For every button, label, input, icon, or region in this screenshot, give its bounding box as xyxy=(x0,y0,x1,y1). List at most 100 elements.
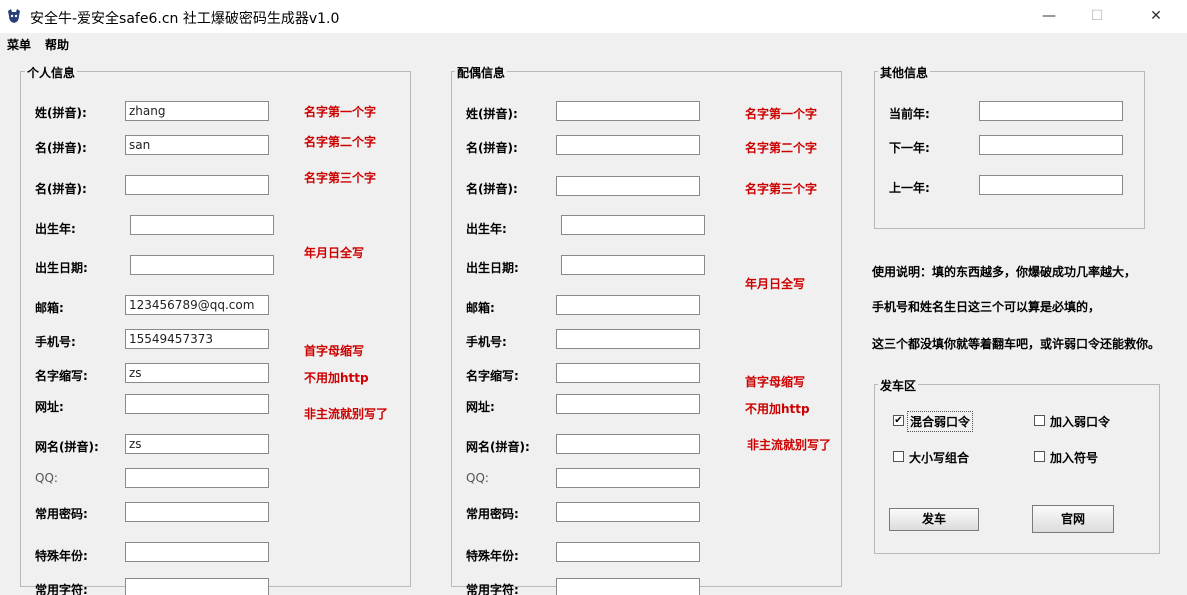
instruction-line-2: 手机号和姓名生日这三个可以算是必填的， xyxy=(872,300,1101,314)
official-site-button[interactable]: 官网 xyxy=(1032,505,1114,533)
spouse-given1-input[interactable] xyxy=(556,135,700,155)
personal-abbr-input[interactable] xyxy=(125,363,269,383)
spouse-surname-input[interactable] xyxy=(556,101,700,121)
current-year-label: 当前年: xyxy=(889,107,930,121)
spouse-email-input[interactable] xyxy=(556,295,700,315)
add-symbol-checkbox[interactable] xyxy=(1034,451,1045,462)
next-year-label: 下一年: xyxy=(889,141,930,155)
personal-phone-input[interactable] xyxy=(125,329,269,349)
case-combo-checkbox[interactable] xyxy=(893,451,904,462)
spouse-birth-date-input[interactable] xyxy=(561,255,705,275)
spouse-info-title: 配偶信息 xyxy=(455,64,508,81)
spouse-common-pwd-input[interactable] xyxy=(556,502,700,522)
current-year-input[interactable] xyxy=(979,101,1123,121)
spouse-special-year-input[interactable] xyxy=(556,542,700,562)
personal-email-input[interactable] xyxy=(125,295,269,315)
personal-birth-year-input[interactable] xyxy=(130,215,274,235)
personal-nickname-input[interactable] xyxy=(125,434,269,454)
last-year-label: 上一年: xyxy=(889,181,930,195)
spouse-clipped-row: 常用字符: xyxy=(461,575,706,595)
mix-weak-label[interactable]: 混合弱口令 xyxy=(907,411,974,432)
add-symbol-label[interactable]: 加入符号 xyxy=(1050,449,1098,466)
personal-abbr-label: 名字缩写: xyxy=(35,369,88,383)
personal-qq-input[interactable] xyxy=(125,468,269,488)
spouse-given2-input[interactable] xyxy=(556,176,700,196)
personal-given1-input[interactable] xyxy=(125,135,269,155)
personal-email-label: 邮箱: xyxy=(35,301,64,315)
spouse-hint-non-main: 非主流就别写了 xyxy=(747,438,832,452)
menu-item-help[interactable]: 帮助 xyxy=(45,36,69,53)
spouse-website-input[interactable] xyxy=(556,394,700,414)
spouse-qq-input[interactable] xyxy=(556,468,700,488)
close-button[interactable]: ✕ xyxy=(1133,0,1179,32)
last-year-input[interactable] xyxy=(979,175,1123,195)
next-year-input[interactable] xyxy=(979,135,1123,155)
spouse-common-pwd-label: 常用密码: xyxy=(466,507,519,521)
spouse-special-year-label: 特殊年份: xyxy=(466,549,519,563)
personal-birth-date-label: 出生日期: xyxy=(35,261,88,275)
personal-given1-label: 名(拼音): xyxy=(35,141,87,155)
spouse-hint-third-char: 名字第三个字 xyxy=(745,182,818,196)
spouse-hint-full-date: 年月日全写 xyxy=(745,277,806,291)
personal-common-pwd-label: 常用密码: xyxy=(35,507,88,521)
personal-given2-input[interactable] xyxy=(125,175,269,195)
window-title: 安全牛-爱安全safe6.cn 社工爆破密码生成器v1.0 xyxy=(30,11,340,27)
personal-special-year-input[interactable] xyxy=(125,542,269,562)
spouse-abbr-input[interactable] xyxy=(556,363,700,383)
app-icon xyxy=(8,9,20,23)
add-weak-checkbox[interactable] xyxy=(1034,415,1045,426)
launch-title: 发车区 xyxy=(878,377,919,394)
personal-nickname-label: 网名(拼音): xyxy=(35,440,99,454)
spouse-hint-no-http: 不用加http xyxy=(745,402,810,416)
personal-phone-label: 手机号: xyxy=(35,335,76,349)
personal-website-label: 网址: xyxy=(35,400,64,414)
spouse-surname-label: 姓(拼音): xyxy=(466,107,518,121)
spouse-given1-label: 名(拼音): xyxy=(466,141,518,155)
spouse-common-word-label: 常用字符: xyxy=(466,583,519,595)
spouse-birth-year-label: 出生年: xyxy=(466,222,507,236)
spouse-hint-second-char: 名字第二个字 xyxy=(745,141,818,155)
personal-qq-label: QQ: xyxy=(35,471,58,485)
case-combo-label[interactable]: 大小写组合 xyxy=(909,449,969,466)
add-weak-label[interactable]: 加入弱口令 xyxy=(1050,413,1110,430)
spouse-phone-input[interactable] xyxy=(556,329,700,349)
personal-website-input[interactable] xyxy=(125,394,269,414)
personal-given2-label: 名(拼音): xyxy=(35,182,87,196)
go-button[interactable]: 发车 xyxy=(889,508,979,531)
personal-hint-third-char: 名字第三个字 xyxy=(304,171,377,185)
personal-hint-full-date: 年月日全写 xyxy=(304,246,365,260)
personal-common-word-input[interactable] xyxy=(125,578,269,595)
spouse-birth-year-input[interactable] xyxy=(561,215,705,235)
spouse-hint-initials: 首字母缩写 xyxy=(745,375,806,389)
spouse-given2-label: 名(拼音): xyxy=(466,182,518,196)
spouse-nickname-label: 网名(拼音): xyxy=(466,440,530,454)
spouse-website-label: 网址: xyxy=(466,400,495,414)
personal-common-pwd-input[interactable] xyxy=(125,502,269,522)
personal-hint-non-main: 非主流就别写了 xyxy=(304,407,389,421)
personal-hint-first-char: 名字第一个字 xyxy=(304,105,377,119)
spouse-qq-label: QQ: xyxy=(466,471,489,485)
personal-clipped-row: 常用字符: xyxy=(30,575,275,595)
menu-item-menu[interactable]: 菜单 xyxy=(7,36,31,53)
personal-surname-input[interactable] xyxy=(125,101,269,121)
maximize-button[interactable]: ☐ xyxy=(1074,0,1120,32)
personal-hint-no-http: 不用加http xyxy=(304,371,369,385)
personal-info-title: 个人信息 xyxy=(25,64,78,81)
other-info-title: 其他信息 xyxy=(878,64,931,81)
personal-hint-second-char: 名字第二个字 xyxy=(304,135,377,149)
spouse-abbr-label: 名字缩写: xyxy=(466,369,519,383)
spouse-common-word-input[interactable] xyxy=(556,578,700,595)
personal-surname-label: 姓(拼音): xyxy=(35,106,87,120)
personal-hint-initials: 首字母缩写 xyxy=(304,344,365,358)
spouse-email-label: 邮箱: xyxy=(466,301,495,315)
personal-birth-date-input[interactable] xyxy=(130,255,274,275)
spouse-birth-date-label: 出生日期: xyxy=(466,261,519,275)
menu-bar xyxy=(0,33,1187,55)
personal-birth-year-label: 出生年: xyxy=(35,222,76,236)
mix-weak-checkbox[interactable]: ✔ xyxy=(893,415,904,426)
spouse-phone-label: 手机号: xyxy=(466,335,507,349)
instruction-line-1: 使用说明：填的东西越多，你爆破成功几率越大， xyxy=(872,265,1137,279)
personal-special-year-label: 特殊年份: xyxy=(35,549,88,563)
minimize-button[interactable]: — xyxy=(1026,0,1072,32)
spouse-nickname-input[interactable] xyxy=(556,434,700,454)
